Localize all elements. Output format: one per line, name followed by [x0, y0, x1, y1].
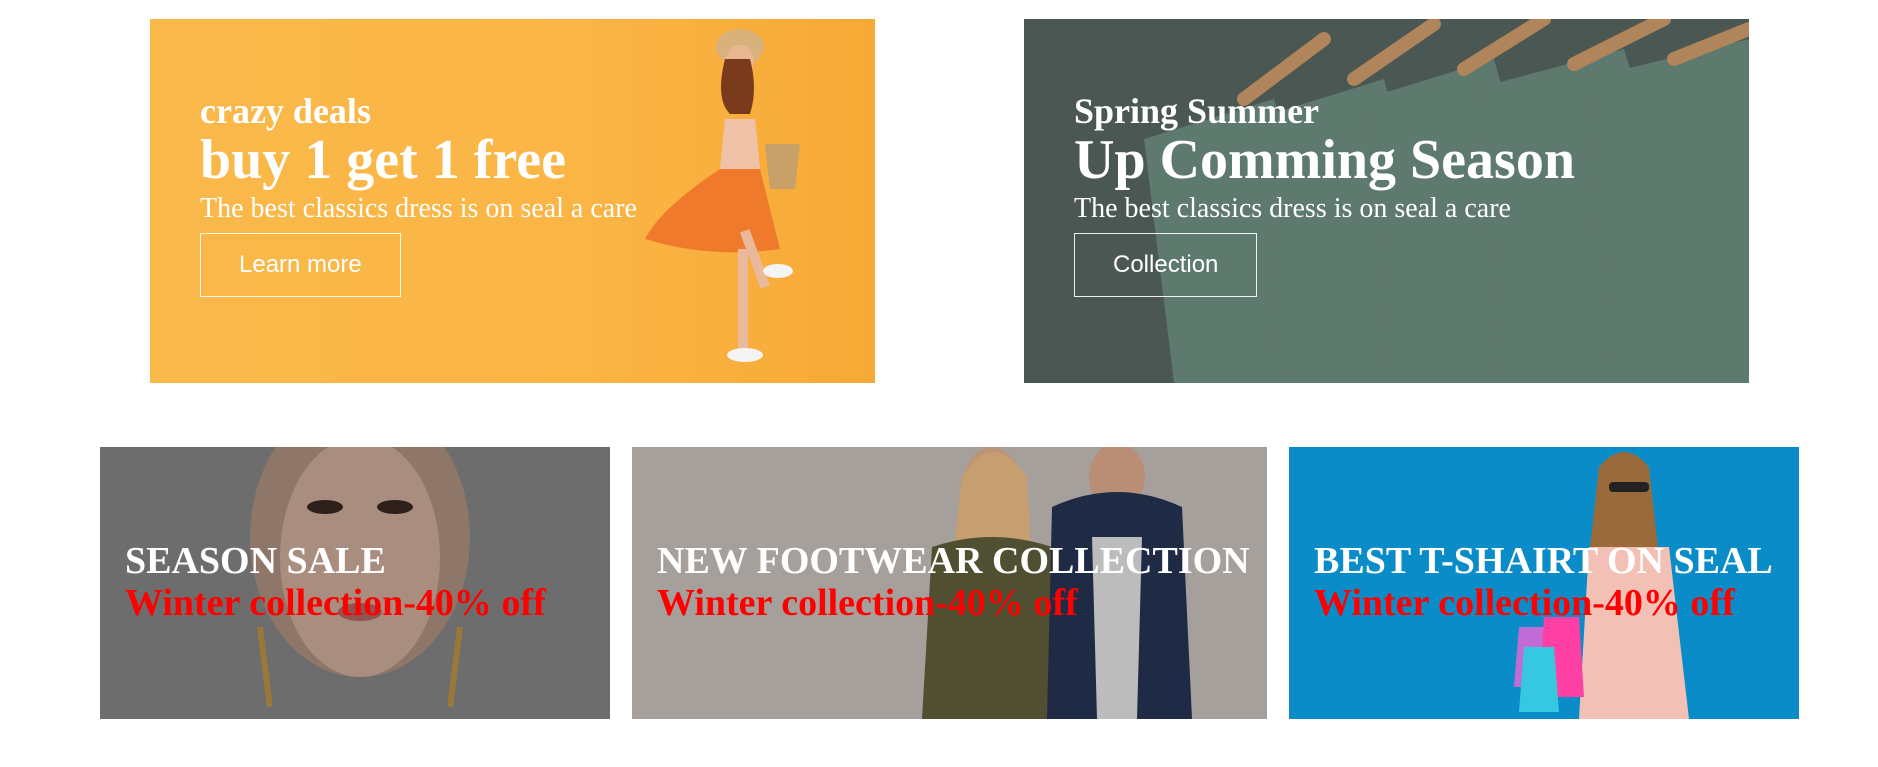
new-footwear-banner[interactable]: NEW FOOTWEAR COLLECTION Winter collectio…	[632, 447, 1267, 719]
season-pretitle: Spring Summer	[1074, 91, 1320, 131]
season-sale-copy: SEASON SALE Winter collection-40% off	[125, 540, 546, 624]
deals-copy: crazy deals buy 1 get 1 free The best cl…	[200, 91, 637, 297]
new-footwear-subtitle: Winter collection-40% off	[657, 582, 1078, 624]
promo-banner-season: Spring Summer Up Comming Season The best…	[1024, 19, 1749, 383]
best-tshirt-banner[interactable]: BEST T-SHAIRT ON SEAL Winter collection-…	[1289, 447, 1799, 719]
season-sale-banner[interactable]: SEASON SALE Winter collection-40% off	[100, 447, 610, 719]
season-sale-subtitle: Winter collection-40% off	[125, 582, 546, 624]
best-tshirt-title: BEST T-SHAIRT ON SEAL	[1314, 540, 1773, 582]
promo-banner-deals: crazy deals buy 1 get 1 free The best cl…	[150, 19, 875, 383]
collection-button[interactable]: Collection	[1074, 233, 1258, 297]
season-description: The best classics dress is on seal a car…	[1074, 193, 1511, 224]
season-copy: Spring Summer Up Comming Season The best…	[1074, 91, 1575, 297]
deals-description: The best classics dress is on seal a car…	[200, 193, 637, 224]
deals-pretitle: crazy deals	[200, 91, 371, 131]
new-footwear-title: NEW FOOTWEAR COLLECTION	[657, 540, 1250, 582]
deals-title: buy 1 get 1 free	[200, 129, 566, 191]
season-title: Up Comming Season	[1074, 129, 1575, 191]
best-tshirt-subtitle: Winter collection-40% off	[1314, 582, 1735, 624]
learn-more-button[interactable]: Learn more	[200, 233, 401, 297]
best-tshirt-copy: BEST T-SHAIRT ON SEAL Winter collection-…	[1314, 540, 1773, 624]
new-footwear-copy: NEW FOOTWEAR COLLECTION Winter collectio…	[657, 540, 1250, 624]
season-sale-title: SEASON SALE	[125, 540, 386, 582]
